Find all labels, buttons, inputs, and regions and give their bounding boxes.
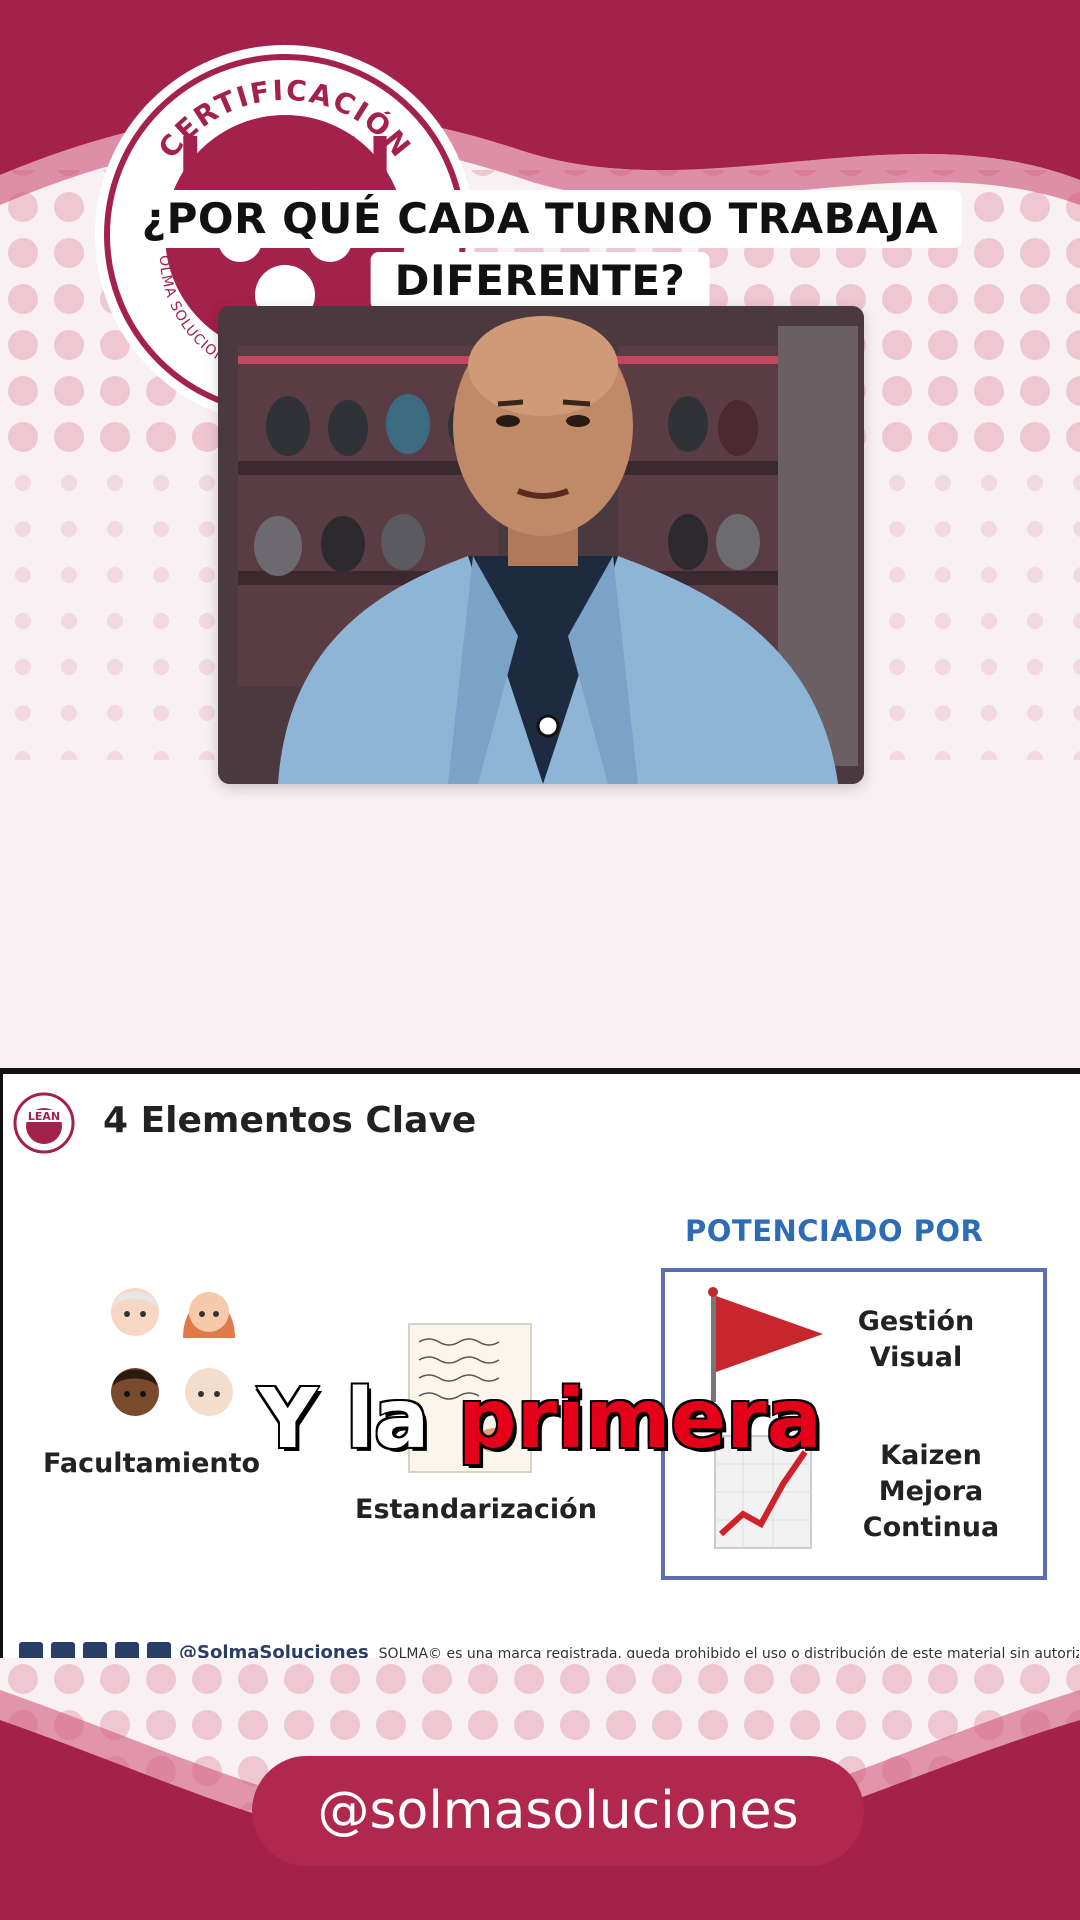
title-line-2: DIFERENTE? — [370, 252, 710, 310]
slide-footer: @SolmaSoluciones SOLMA© es una marca regi… — [19, 1642, 1079, 1658]
presentation-slide: LEAN 4 Elementos Clave Facultamiento Est… — [0, 1068, 1080, 1658]
linkedin-icon — [83, 1642, 107, 1658]
instagram-icon — [51, 1642, 75, 1658]
caption-white-text: Y la — [256, 1371, 430, 1469]
presenter-video-frame — [218, 306, 864, 784]
slide-title: 4 Elementos Clave — [103, 1100, 477, 1141]
subtitle-caption: Y la primera — [0, 1370, 1080, 1470]
label-gestion-visual: Gestión Visual — [851, 1304, 981, 1376]
title-line-1: ¿POR QUÉ CADA TURNO TRABAJA — [117, 190, 963, 248]
slide-logo-text: LEAN — [28, 1110, 60, 1123]
social-handle-pill[interactable]: @solmasoluciones — [252, 1756, 864, 1866]
youtube-icon — [115, 1642, 139, 1658]
continua-line: Continua — [862, 1512, 1000, 1543]
footer-copyright: SOLMA© es una marca registrada, queda pr… — [378, 1646, 1079, 1658]
older-man-emoji-icon — [111, 1288, 159, 1336]
gestion-line: Gestión — [857, 1306, 975, 1337]
footer-handle: @SolmaSoluciones — [179, 1642, 369, 1658]
potenciado-por-heading: POTENCIADO POR — [685, 1214, 984, 1248]
presenter-video[interactable] — [218, 306, 864, 784]
mejora-line: Mejora — [878, 1476, 984, 1507]
woman-red-hair-emoji-icon — [183, 1292, 235, 1338]
slide-lean-logo: LEAN — [13, 1092, 75, 1154]
tiktok-icon — [147, 1642, 171, 1658]
label-estandarizacion: Estandarización — [355, 1494, 597, 1525]
facebook-icon — [19, 1642, 43, 1658]
caption-red-text: primera — [456, 1371, 823, 1469]
